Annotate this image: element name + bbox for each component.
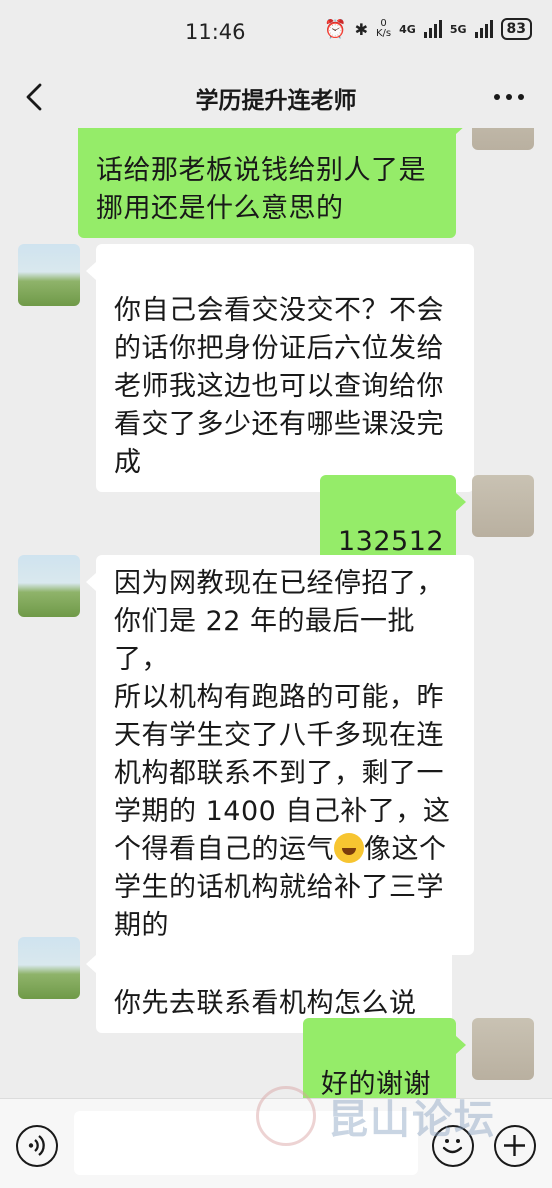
teacher-avatar[interactable] xyxy=(18,555,80,617)
more-functions-button[interactable] xyxy=(494,1125,536,1167)
message-bubble-incoming[interactable]: 你自己会看交没交不？不会 的话你把身份证后六位发给 老师我这边也可以查询给你 看… xyxy=(86,244,474,492)
message-text: 话给那老板说钱给别人了是 挪用还是什么意思的 xyxy=(96,155,426,224)
message-text: 好的谢谢 xyxy=(321,1069,431,1098)
chat-header: 学历提升连老师 xyxy=(0,66,552,128)
message-input[interactable] xyxy=(74,1111,418,1175)
network-4g-label: 4G xyxy=(399,22,416,36)
my-avatar[interactable] xyxy=(472,475,534,537)
smiley-icon xyxy=(442,1139,463,1154)
signal-5g-icon xyxy=(474,20,493,38)
emoji-button[interactable] xyxy=(432,1125,474,1167)
message-text: 你自己会看交没交不？不会 的话你把身份证后六位发给 老师我这边也可以查询给你 看… xyxy=(114,295,444,478)
message-bubble-outgoing[interactable]: 好的谢谢 xyxy=(303,1018,466,1098)
status-bar: 11:46 ⏰ ✱ 0 K/s 4G 5G 83 xyxy=(0,0,552,66)
plus-icon xyxy=(504,1135,525,1156)
message-text: 132512 xyxy=(338,526,445,557)
status-time: 11:46 xyxy=(185,20,246,44)
message-list[interactable]: 话给那老板说钱给别人了是 挪用还是什么意思的 你自己会看交没交不？不会 的话你把… xyxy=(0,128,552,1098)
my-avatar[interactable] xyxy=(472,128,534,150)
bluetooth-icon: ✱ xyxy=(354,19,368,39)
teacher-avatar[interactable] xyxy=(18,244,80,306)
message-text: 因为网教现在已经停招了， 你们是 22 年的最后一批了， 所以机构有跑路的可能，… xyxy=(114,568,451,865)
message-bubble-outgoing[interactable]: 话给那老板说钱给别人了是 挪用还是什么意思的 xyxy=(78,128,466,238)
signal-4g-icon xyxy=(423,20,442,38)
network-5g-label: 5G xyxy=(449,22,467,36)
more-options-icon[interactable] xyxy=(494,94,524,100)
my-avatar[interactable] xyxy=(472,1018,534,1080)
net-speed-unit: K/s xyxy=(376,28,392,39)
battery-icon: 83 xyxy=(500,18,532,40)
voice-icon xyxy=(28,1135,45,1156)
alarm-icon: ⏰ xyxy=(324,18,347,40)
status-icons: ⏰ ✱ 0 K/s 4G 5G 83 xyxy=(324,18,532,40)
message-bubble-incoming[interactable]: 因为网教现在已经停招了， 你们是 22 年的最后一批了， 所以机构有跑路的可能，… xyxy=(86,555,474,955)
net-speed: 0 K/s xyxy=(376,19,391,39)
voice-input-button[interactable] xyxy=(16,1125,58,1167)
laughing-crying-emoji-icon xyxy=(334,833,364,863)
teacher-avatar[interactable] xyxy=(18,937,80,999)
input-bar xyxy=(0,1098,552,1188)
message-text: 你先去联系看机构怎么说 xyxy=(114,988,417,1019)
chat-title: 学历提升连老师 xyxy=(195,88,357,114)
